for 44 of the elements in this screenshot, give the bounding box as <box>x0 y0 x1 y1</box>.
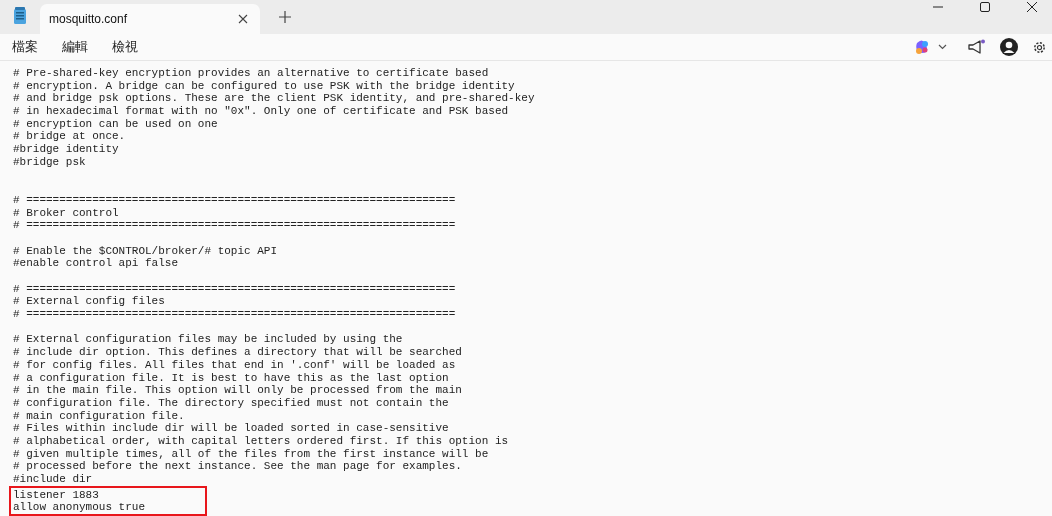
code-line: # given multiple times, all of the files from the first instance will be <box>13 447 489 461</box>
code-line: # encryption can be used on one <box>13 117 218 131</box>
menu-item[interactable]: 編輯 <box>62 38 88 56</box>
code-line: # a configuration file. It is best to have this as the last option <box>13 371 449 385</box>
code-line: # Broker control <box>13 206 119 220</box>
code-line: # ================================================================= <box>13 282 456 296</box>
chevron-down-icon[interactable] <box>938 44 947 50</box>
maximize-icon[interactable] <box>979 1 991 13</box>
code-line: # main configuration file. <box>13 409 185 423</box>
code-line: # in the main file. This option will only be processed from the main <box>13 384 462 397</box>
sparkle-icon[interactable] <box>914 39 930 55</box>
close-icon[interactable] <box>1026 1 1038 13</box>
notepad-icon <box>13 7 27 25</box>
code-line: # encryption. A bridge can be configured to use PSK with the bridge identity <box>13 79 515 93</box>
avatar-icon[interactable] <box>1000 38 1018 56</box>
code-line: # bridge at once. <box>13 130 126 144</box>
code-line: # processed before the next instance. See the man page for examples. <box>13 460 462 473</box>
new-tab-icon[interactable] <box>279 11 291 23</box>
code-line: # Enable the $CONTROL/broker/# topic API <box>13 244 278 258</box>
code-line: #include dir <box>13 473 93 486</box>
code-line: # Pre-shared-key encryption provides an alternative to certificate based <box>13 67 489 80</box>
code-line: # Files within include dir will be loaded sorted in case-sensitive <box>13 422 449 435</box>
code-line: # External config files <box>13 295 165 309</box>
code-line: # ================================================================= <box>13 308 456 321</box>
code-line: #enable control api false <box>13 257 179 270</box>
code-line: # include dir option. This defines a directory that will be searched <box>13 346 462 359</box>
code-line: allow anonymous true <box>13 501 146 515</box>
menu-item[interactable]: 檢視 <box>112 38 138 56</box>
menu-item[interactable]: 檔案 <box>12 38 38 56</box>
close-icon[interactable] <box>238 14 248 24</box>
file-tab[interactable]: mosquitto.conf <box>40 4 260 34</box>
settings-icon[interactable] <box>1032 39 1047 55</box>
megaphone-icon[interactable] <box>967 39 986 55</box>
code-line: # in hexadecimal format with no "0x". Only one of certificate and PSK based <box>13 105 509 118</box>
code-line: # alphabetical order, with capital letters ordered first. If this option is <box>13 434 509 448</box>
code-line: #bridge identity <box>13 143 119 156</box>
code-line: #bridge psk <box>13 155 86 169</box>
code-line: # for config files. All files that end in '.conf' will be loaded as <box>13 358 456 372</box>
code-line: # ================================================================= <box>13 193 456 207</box>
code-line: listener 1883 <box>13 488 99 502</box>
code-line: # ================================================================= <box>13 219 456 232</box>
code-line: # External configuration files may be included by using the <box>13 333 403 347</box>
code-line: # configuration file. The directory specified must not contain the <box>13 396 449 410</box>
code-line: # and bridge psk options. These are the client PSK identity, and pre-shared-key <box>13 92 535 106</box>
